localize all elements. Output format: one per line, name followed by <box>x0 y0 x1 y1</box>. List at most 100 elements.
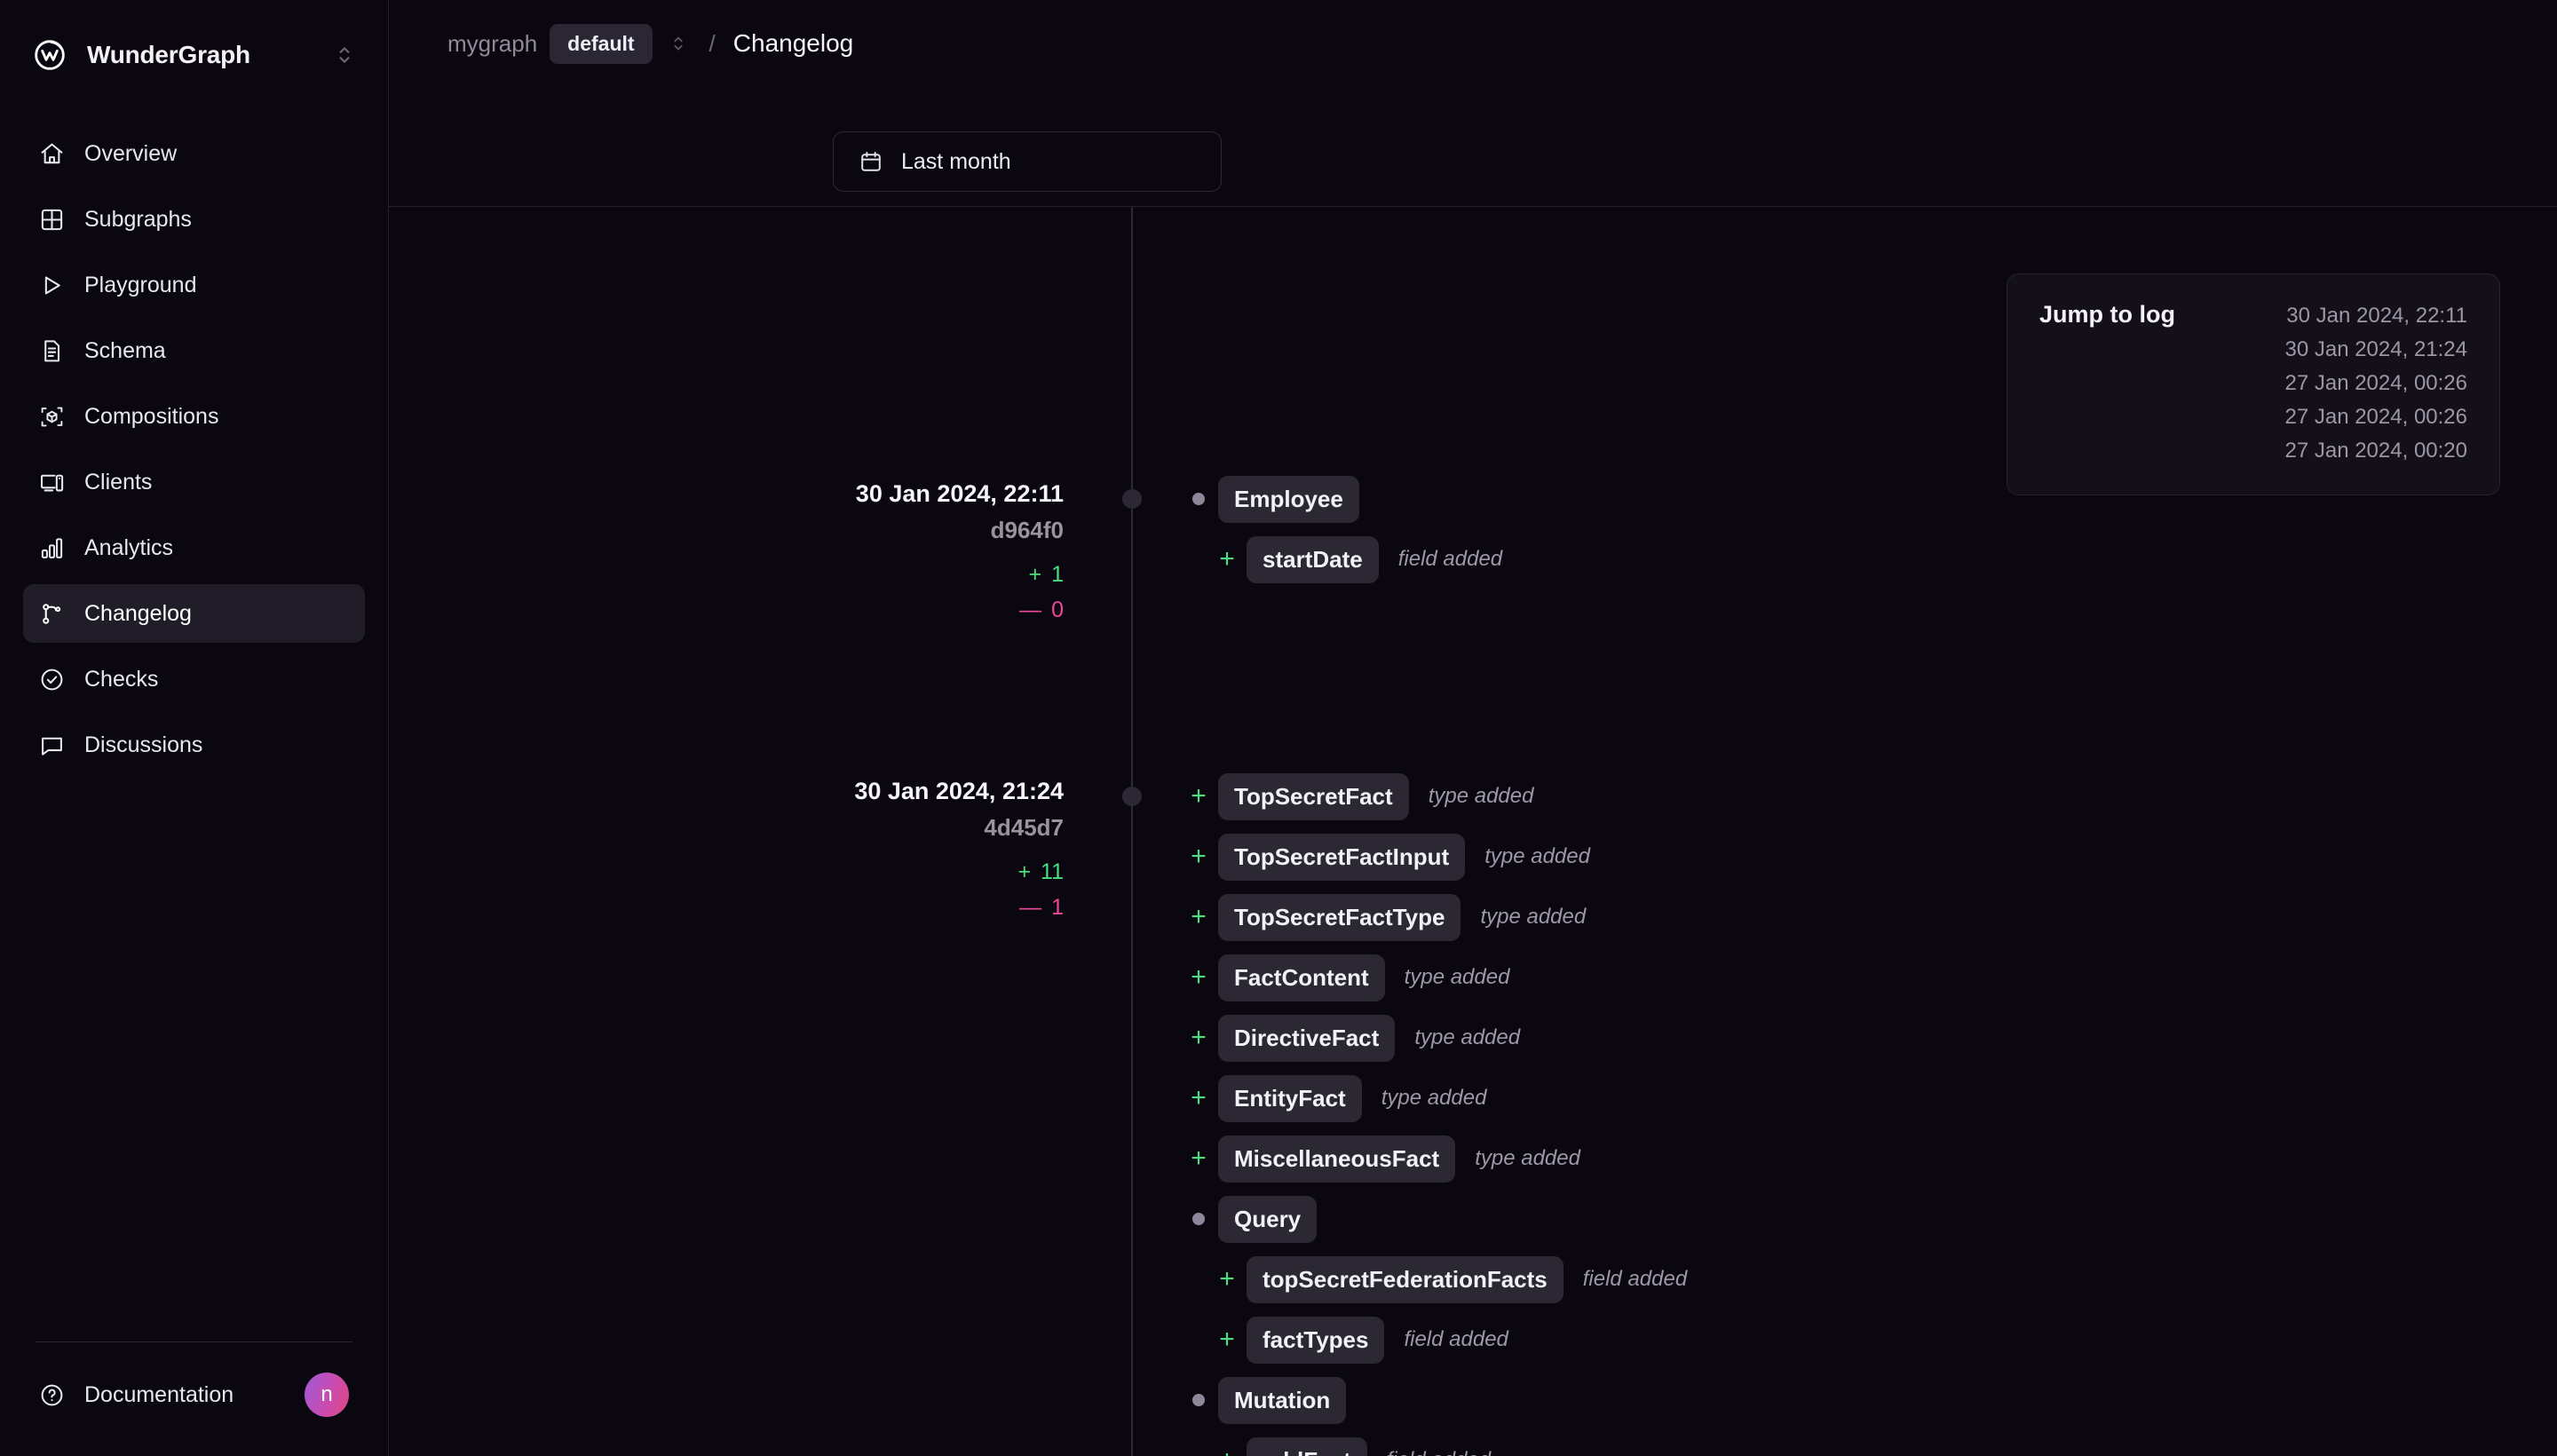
plus-icon: + <box>1191 842 1207 871</box>
changelog-change-row: + EntityFact type added <box>1179 1068 2521 1128</box>
timeline-line <box>1131 207 1133 1456</box>
sidebar-item-discussions[interactable]: Discussions <box>23 716 365 774</box>
changelog-change-row: + factTypes field added <box>1179 1310 2521 1370</box>
change-name-chip[interactable]: TopSecretFact <box>1218 772 1409 820</box>
jump-to-log-card: Jump to log 30 Jan 2024, 22:11 30 Jan 202… <box>2007 273 2500 496</box>
plus-icon: + <box>1219 544 1235 574</box>
changelog-change-row: + MiscellaneousFact type added <box>1179 1128 2521 1189</box>
change-name-chip[interactable]: Employee <box>1218 475 1359 523</box>
change-name-chip[interactable]: startDate <box>1247 535 1379 583</box>
change-description: type added <box>1475 1146 1580 1170</box>
play-icon <box>39 273 65 298</box>
plus-icon: + <box>1207 1447 1247 1456</box>
sidebar-item-analytics[interactable]: Analytics <box>23 518 365 577</box>
changelog-entry-hash[interactable]: d964f0 <box>682 517 1064 544</box>
main-content: mygraph default / Changelog Last month 3… <box>389 0 2557 1456</box>
plus-icon: + <box>1017 859 1032 884</box>
changelog-change-row: + FactContent type added <box>1179 947 2521 1008</box>
change-description: type added <box>1404 965 1510 989</box>
breadcrumb-separator: / <box>709 29 716 57</box>
sidebar-item-label: Changelog <box>84 600 192 626</box>
chevrons-up-down-icon[interactable] <box>669 31 688 56</box>
avatar[interactable]: n <box>305 1373 349 1417</box>
plus-icon: + <box>1219 1325 1235 1354</box>
bullet-dot-icon <box>1179 1394 1218 1406</box>
bar-chart-icon <box>39 535 65 561</box>
change-description: type added <box>1381 1086 1487 1110</box>
sidebar-item-overview[interactable]: Overview <box>23 124 365 183</box>
jump-to-log-list: 30 Jan 2024, 22:11 30 Jan 2024, 21:24 27 J… <box>2284 301 2467 466</box>
cube-scan-icon <box>39 404 65 430</box>
jump-to-log-item[interactable]: 30 Jan 2024, 21:24 <box>2284 335 2467 365</box>
breadcrumb-graph[interactable]: mygraph <box>447 30 537 58</box>
change-description: field added <box>1404 1327 1508 1351</box>
sidebar-item-playground[interactable]: Playground <box>23 256 365 314</box>
change-description: type added <box>1414 1025 1521 1049</box>
devices-icon <box>39 470 65 495</box>
sidebar-item-label: Checks <box>84 666 159 692</box>
change-description: field added <box>1387 1448 1491 1456</box>
changelog-change-row: +addFact field added <box>1179 1430 2521 1456</box>
additions-value: 11 <box>1041 859 1064 884</box>
sidebar-item-compositions[interactable]: Compositions <box>23 387 365 446</box>
deletions-count: —0 <box>1019 597 1064 623</box>
changelog-change-row: + startDate field added <box>1179 529 2521 590</box>
chat-bubble-icon <box>39 732 65 758</box>
sidebar-item-schema[interactable]: Schema <box>23 321 365 380</box>
change-name-chip[interactable]: TopSecretFactType <box>1218 893 1461 941</box>
deletions-count: —1 <box>1019 895 1064 921</box>
timeline-node <box>1122 489 1142 509</box>
jump-to-log-item[interactable]: 30 Jan 2024, 22:11 <box>2284 301 2467 331</box>
changelog-entry-hash[interactable]: 4d45d7 <box>682 814 1064 842</box>
changelog-entry-date: 30 Jan 2024, 22:11 <box>855 480 1064 507</box>
bullet-dot-icon <box>1179 1213 1218 1225</box>
change-description: field added <box>1397 547 1503 571</box>
changelog-entry-counts: +11 —1 <box>682 859 1064 921</box>
breadcrumb-namespace-chip[interactable]: default <box>550 23 653 64</box>
sidebar-item-label: Clients <box>84 469 153 495</box>
change-name-chip[interactable]: factTypes <box>1247 1316 1385 1364</box>
change-name-chip[interactable]: TopSecretFactInput <box>1218 833 1466 881</box>
change-name-chip[interactable]: topSecretFederationFacts <box>1247 1255 1563 1303</box>
plus-icon: + <box>1219 1264 1235 1294</box>
jump-to-log-item[interactable]: 27 Jan 2024, 00:26 <box>2284 402 2467 432</box>
wundergraph-logo-icon <box>32 37 67 73</box>
page-title: Changelog <box>732 29 854 57</box>
sidebar-item-changelog[interactable]: Changelog <box>23 584 365 643</box>
plus-icon: + <box>1191 902 1207 931</box>
date-range-picker[interactable]: Last month <box>833 131 1222 192</box>
changelog-change-row: Query <box>1179 1189 2521 1249</box>
plus-icon: + <box>1191 962 1207 992</box>
question-circle-icon <box>39 1382 65 1408</box>
jump-to-log-item[interactable]: 27 Jan 2024, 00:20 <box>2284 436 2467 466</box>
change-name-chip[interactable]: Query <box>1218 1195 1318 1243</box>
change-name-chip[interactable]: MiscellaneousFact <box>1218 1135 1456 1183</box>
change-name-chip[interactable]: FactContent <box>1218 954 1385 1001</box>
sidebar-item-label: Discussions <box>84 732 203 757</box>
additions-value: 1 <box>1051 561 1064 587</box>
change-description: type added <box>1428 784 1534 808</box>
documentation-row[interactable]: Documentation n <box>23 1373 365 1417</box>
minus-icon: — <box>1019 597 1042 622</box>
sidebar-item-label: Analytics <box>84 534 174 560</box>
changelog-change-row: + DirectiveFact type added <box>1179 1008 2521 1068</box>
jump-to-log-item[interactable]: 27 Jan 2024, 00:26 <box>2284 368 2467 399</box>
documentation-label: Documentation <box>84 1381 234 1407</box>
change-name-chip[interactable]: addFact <box>1247 1436 1367 1456</box>
brand-header[interactable]: WunderGraph <box>0 0 388 110</box>
document-icon <box>39 338 65 364</box>
sidebar-item-clients[interactable]: Clients <box>23 453 365 511</box>
change-name-chip[interactable]: Mutation <box>1218 1376 1347 1424</box>
changelog-entry-meta: 30 Jan 2024, 21:24 4d45d7 +11—1 <box>682 778 1064 921</box>
brand-name: WunderGraph <box>87 41 250 68</box>
sidebar-item-checks[interactable]: Checks <box>23 650 365 708</box>
sidebar-item-label: Overview <box>84 140 178 166</box>
change-name-chip[interactable]: EntityFact <box>1218 1074 1362 1122</box>
change-name-chip[interactable]: DirectiveFact <box>1218 1014 1396 1062</box>
git-branch-icon <box>39 601 65 627</box>
changelog-change-row: + TopSecretFactInput type added <box>1179 827 2521 887</box>
chevrons-up-down-icon[interactable] <box>333 44 356 67</box>
sidebar-item-label: Playground <box>84 272 197 297</box>
sidebar-item-subgraphs[interactable]: Subgraphs <box>23 190 365 249</box>
breadcrumb: mygraph default / Changelog <box>389 0 2557 64</box>
